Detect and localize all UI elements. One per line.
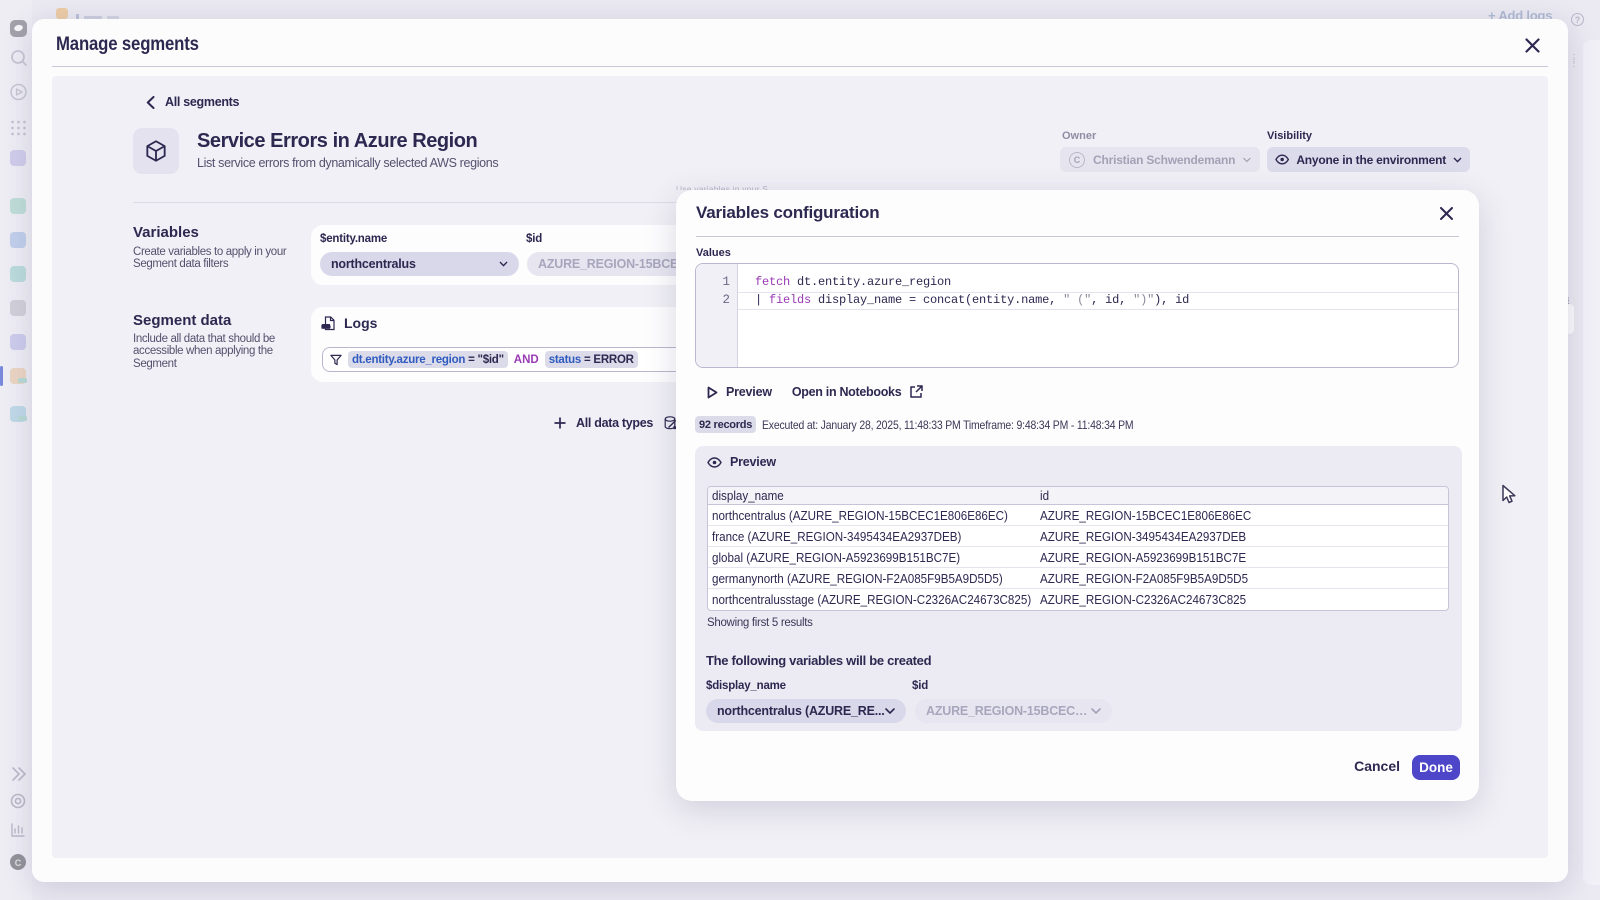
- svg-text:C: C: [15, 858, 22, 868]
- svg-text:LOG: LOG: [322, 323, 330, 328]
